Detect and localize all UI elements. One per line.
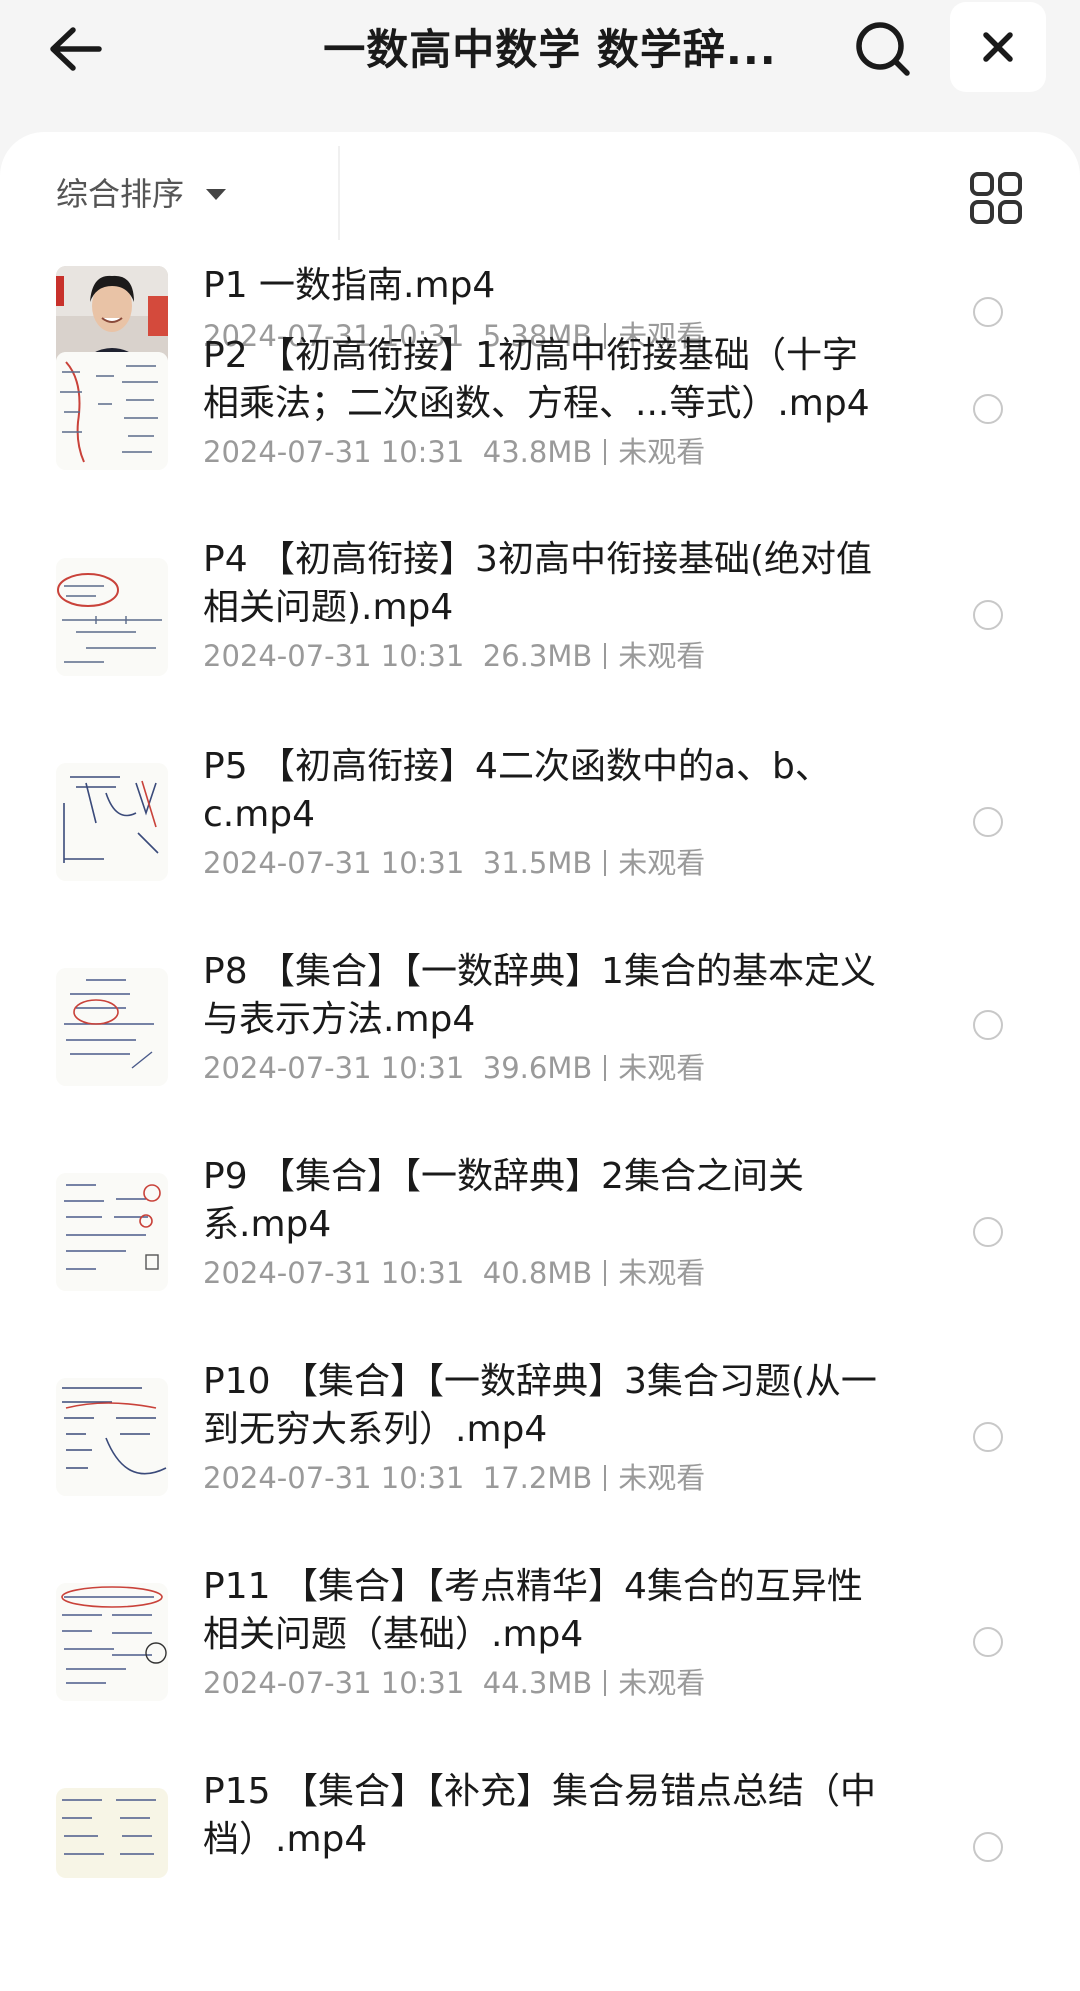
- video-title: P10 【集合】【一数辞典】3集合习题(从一到无穷大系列）.mp4: [203, 1361, 877, 1450]
- list-item[interactable]: P8 【集合】【一数辞典】1集合的基本定义与表示方法.mp4 2024-07-3…: [0, 938, 1080, 1143]
- video-thumbnail: [56, 1583, 168, 1701]
- video-thumbnail: [56, 763, 168, 881]
- video-thumbnail: [56, 558, 168, 676]
- video-thumbnail: [56, 1788, 168, 1878]
- watch-status: 未观看: [618, 846, 706, 880]
- video-title: P8 【集合】【一数辞典】1集合的基本定义与表示方法.mp4: [203, 951, 876, 1040]
- arrow-left-icon: [50, 27, 102, 71]
- close-button[interactable]: [950, 2, 1046, 92]
- close-icon: [983, 32, 1013, 62]
- watch-status: 未观看: [618, 639, 706, 673]
- video-title: P4 【初高衔接】3初高中衔接基础(绝对值相关问题).mp4: [203, 539, 873, 628]
- video-thumbnail: [56, 1378, 168, 1496]
- select-radio[interactable]: [973, 600, 1003, 630]
- video-meta: 2024-07-31 10:31 40.8MB 未观看: [203, 1253, 705, 1293]
- video-title: P9 【集合】【一数辞典】2集合之间关系.mp4: [203, 1156, 804, 1245]
- divider: [604, 439, 607, 465]
- video-size: 40.8MB: [482, 1256, 593, 1290]
- divider: [604, 1670, 607, 1696]
- video-date: 2024-07-31 10:31: [203, 1256, 465, 1290]
- video-title: P15 【集合】【补充】集合易错点总结（中档）.mp4: [203, 1771, 876, 1860]
- watch-status: 未观看: [618, 435, 706, 469]
- video-thumbnail: [56, 1173, 168, 1291]
- list-item[interactable]: P9 【集合】【一数辞典】2集合之间关系.mp4 2024-07-31 10:3…: [0, 1143, 1080, 1348]
- video-title: P1 一数指南.mp4: [203, 265, 496, 306]
- file-list-sheet: 综合排序 P1 一数指南.mp4 2024-07-31 10:31 5.38MB…: [0, 132, 1080, 1991]
- video-title: P2 【初高衔接】1初高中衔接基础（十字相乘法；二次函数、方程、...等式）.m…: [203, 335, 870, 424]
- select-radio[interactable]: [973, 1422, 1003, 1452]
- video-date: 2024-07-31 10:31: [203, 846, 465, 880]
- list-item[interactable]: P1 一数指南.mp4 2024-07-31 10:31 5.38MB 未观看: [0, 132, 1080, 370]
- video-date: 2024-07-31 10:31: [203, 639, 465, 673]
- list-item[interactable]: P5 【初高衔接】4二次函数中的a、b、c.mp4 2024-07-31 10:…: [0, 733, 1080, 938]
- select-radio[interactable]: [973, 1010, 1003, 1040]
- video-date: 2024-07-31 10:31: [203, 1461, 465, 1495]
- video-date: 2024-07-31 10:31: [203, 1051, 465, 1085]
- video-size: 39.6MB: [482, 1051, 593, 1085]
- divider: [604, 850, 607, 876]
- video-title: P11 【集合】【考点精华】4集合的互异性相关问题（基础）.mp4: [203, 1566, 863, 1655]
- divider: [604, 1465, 607, 1491]
- list-item[interactable]: P4 【初高衔接】3初高中衔接基础(绝对值相关问题).mp4 2024-07-3…: [0, 528, 1080, 733]
- list-item[interactable]: P15 【集合】【补充】集合易错点总结（中档）.mp4: [0, 1758, 1080, 1963]
- watch-status: 未观看: [618, 1461, 706, 1495]
- video-thumbnail: [56, 352, 168, 470]
- video-size: 26.3MB: [482, 639, 593, 673]
- back-button[interactable]: [40, 18, 110, 80]
- list-item[interactable]: P10 【集合】【一数辞典】3集合习题(从一到无穷大系列）.mp4 2024-0…: [0, 1348, 1080, 1553]
- video-title: P5 【初高衔接】4二次函数中的a、b、c.mp4: [203, 746, 831, 835]
- select-radio[interactable]: [973, 1627, 1003, 1657]
- video-size: 44.3MB: [482, 1666, 593, 1700]
- video-meta: 2024-07-31 10:31 39.6MB 未观看: [203, 1048, 705, 1088]
- list-item[interactable]: P11 【集合】【考点精华】4集合的互异性相关问题（基础）.mp4 2024-0…: [0, 1553, 1080, 1758]
- video-date: 2024-07-31 10:31: [203, 435, 465, 469]
- watch-status: 未观看: [618, 1051, 706, 1085]
- watch-status: 未观看: [618, 1256, 706, 1290]
- search-button[interactable]: [850, 16, 916, 82]
- page-title: 一数高中数学 数学辞...: [323, 25, 777, 74]
- video-size: 43.8MB: [482, 435, 593, 469]
- list-item[interactable]: P2 【初高衔接】1初高中衔接基础（十字相乘法；二次函数、方程、...等式）.m…: [0, 322, 1080, 527]
- divider: [604, 1055, 607, 1081]
- divider: [604, 643, 607, 669]
- video-size: 31.5MB: [482, 846, 593, 880]
- select-radio[interactable]: [973, 1217, 1003, 1247]
- video-meta: 2024-07-31 10:31 43.8MB 未观看: [203, 432, 705, 472]
- select-radio[interactable]: [973, 394, 1003, 424]
- video-meta: 2024-07-31 10:31 26.3MB 未观看: [203, 636, 705, 676]
- select-radio[interactable]: [973, 1832, 1003, 1862]
- search-icon: [856, 22, 910, 76]
- divider: [604, 1260, 607, 1286]
- video-size: 17.2MB: [482, 1461, 593, 1495]
- video-meta: 2024-07-31 10:31 44.3MB 未观看: [203, 1663, 705, 1703]
- video-meta: 2024-07-31 10:31 31.5MB 未观看: [203, 843, 705, 883]
- video-thumbnail: [56, 968, 168, 1086]
- watch-status: 未观看: [618, 1666, 706, 1700]
- video-meta: 2024-07-31 10:31 17.2MB 未观看: [203, 1458, 705, 1498]
- top-bar: 一数高中数学 数学辞...: [0, 0, 1080, 132]
- video-date: 2024-07-31 10:31: [203, 1666, 465, 1700]
- select-radio[interactable]: [973, 807, 1003, 837]
